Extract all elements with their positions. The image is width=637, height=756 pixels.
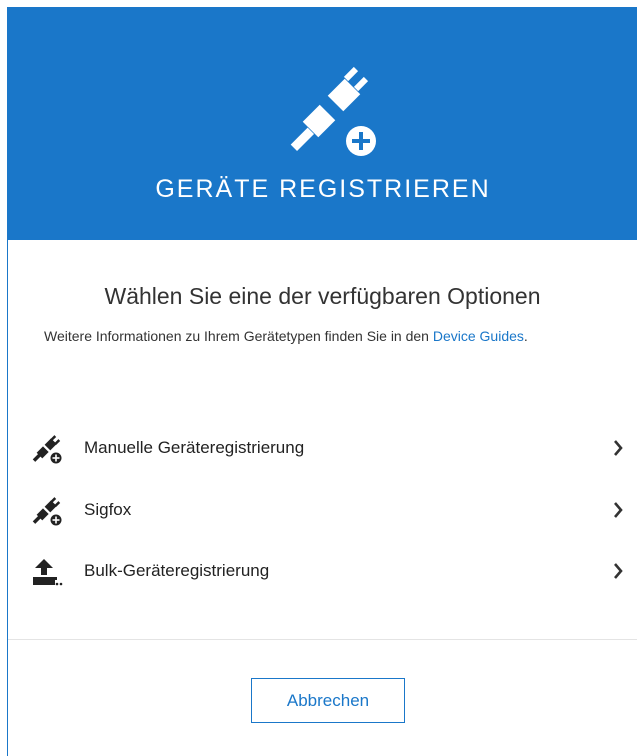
info-text-body: Weitere Informationen zu Ihrem Gerätetyp… [44, 328, 433, 344]
info-text: Weitere Informationen zu Ihrem Gerätetyp… [44, 325, 604, 348]
option-sigfox[interactable]: Sigfox [8, 483, 637, 539]
options-heading: Wählen Sie eine der verfügbaren Optionen [104, 283, 541, 309]
plug-plus-icon [32, 497, 63, 527]
option-label: Sigfox [84, 500, 132, 519]
register-devices-dialog: GERÄTE REGISTRIEREN Wählen Sie eine der … [7, 7, 637, 756]
info-text-suffix: . [523, 328, 528, 344]
cancel-button[interactable]: Abbrechen [251, 678, 405, 723]
chevron-right-icon [614, 502, 623, 518]
device-guides-link[interactable]: Device Guides [433, 328, 524, 344]
upload-icon [33, 559, 63, 588]
dialog-header: GERÄTE REGISTRIEREN [8, 7, 637, 240]
chevron-right-icon [614, 563, 623, 579]
plug-plus-icon [290, 66, 380, 160]
option-label: Bulk-Geräteregistrierung [84, 561, 270, 580]
option-bulk-registration[interactable]: Bulk-Geräteregistrierung [8, 544, 637, 600]
option-label: Manuelle Geräteregistrierung [84, 438, 305, 457]
footer-divider [8, 639, 637, 640]
option-manual-registration[interactable]: Manuelle Geräteregistrierung [8, 421, 637, 477]
chevron-right-icon [614, 440, 623, 456]
plug-plus-icon [32, 435, 63, 465]
dialog-title: GERÄTE REGISTRIEREN [155, 175, 491, 203]
